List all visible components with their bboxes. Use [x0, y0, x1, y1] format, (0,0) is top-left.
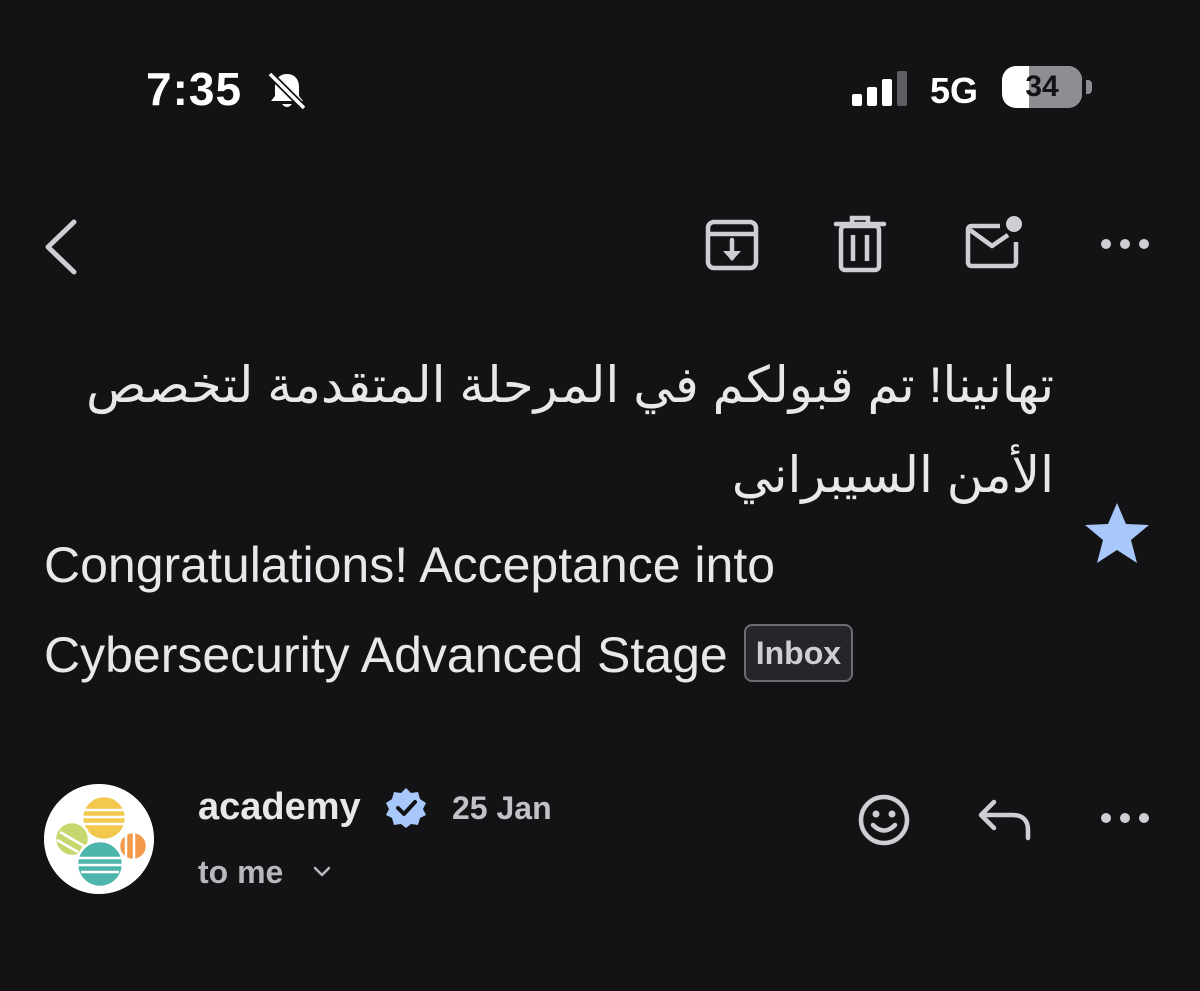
- recipient-label[interactable]: to me: [198, 854, 283, 891]
- archive-icon[interactable]: [702, 214, 762, 274]
- star-icon[interactable]: [1082, 500, 1152, 566]
- sender-name[interactable]: academy: [198, 786, 361, 829]
- battery-percent: 34: [1025, 70, 1059, 103]
- emoji-reaction-icon[interactable]: [856, 792, 912, 848]
- inbox-label-badge[interactable]: Inbox: [743, 623, 854, 682]
- reply-icon[interactable]: [976, 794, 1034, 844]
- signal-strength-icon: [852, 71, 907, 106]
- verified-badge-icon: [386, 788, 426, 828]
- more-options-icon[interactable]: [1096, 800, 1154, 836]
- battery-indicator: 34: [1002, 66, 1094, 112]
- status-time: 7:35: [146, 63, 243, 115]
- subject-english-line: Congratulations! Acceptance into Cyberse…: [44, 520, 1054, 700]
- sender-avatar[interactable]: [44, 784, 154, 894]
- chevron-left-icon[interactable]: [36, 212, 96, 282]
- subject-arabic: تهانينا! تم قبولكم في المرحلة المتقدمة ل…: [86, 357, 1054, 503]
- academy-logo: [44, 784, 154, 894]
- mail-unread-icon[interactable]: [962, 212, 1026, 272]
- more-options-icon[interactable]: [1096, 222, 1154, 266]
- chevron-down-icon[interactable]: [310, 860, 334, 884]
- trash-icon[interactable]: [832, 214, 888, 274]
- email-subject: تهانينا! تم قبولكم في المرحلة المتقدمة ل…: [44, 340, 1054, 700]
- subject-english: Congratulations! Acceptance into Cyberse…: [44, 537, 776, 683]
- bell-slash-icon: [267, 71, 307, 111]
- network-type: 5G: [930, 70, 979, 111]
- email-date: 25 Jan: [452, 790, 552, 826]
